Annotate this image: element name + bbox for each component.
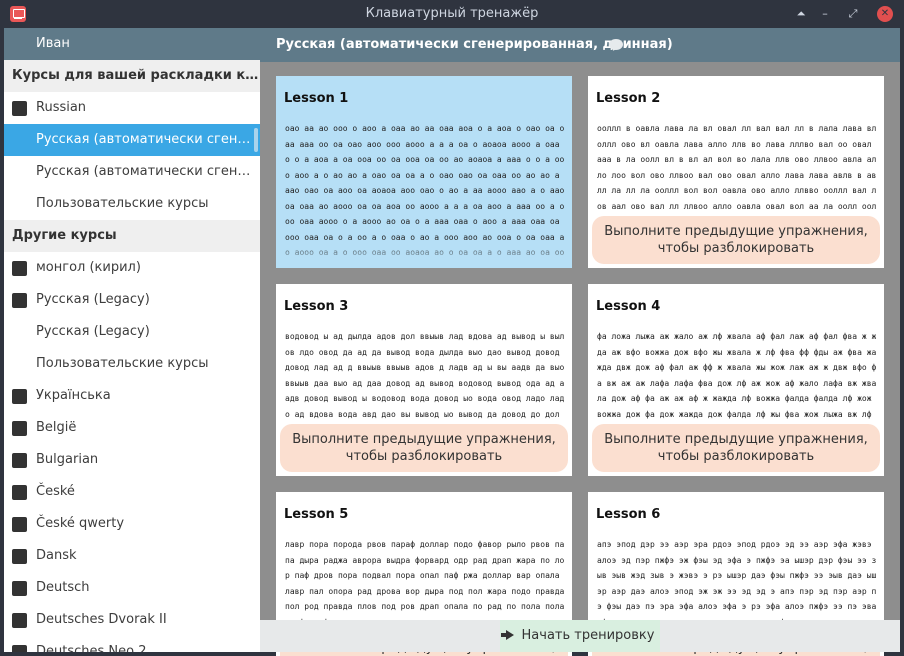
- start-training-button[interactable]: Начать тренировку: [500, 620, 660, 652]
- course-sidebar: Иван Курсы для вашей раскладки клавиатур…: [4, 28, 260, 652]
- start-training-label: Начать тренировку: [521, 628, 655, 643]
- course-item-label: Русская (автоматически сгенерированная, …: [36, 132, 260, 147]
- course-item[interactable]: België: [4, 412, 260, 444]
- keyboard-icon: [12, 613, 27, 628]
- course-item-label: Deutsch: [36, 580, 90, 595]
- keyboard-icon: [12, 101, 27, 116]
- keyboard-icon: [12, 549, 27, 564]
- course-header: Русская (автоматически сгенерированная, …: [260, 28, 900, 62]
- course-item-label: монгол (кирил): [36, 260, 141, 275]
- text-fade: [276, 238, 572, 268]
- course-item-label: Пользовательские курсы: [36, 196, 209, 211]
- course-item[interactable]: Deutsch: [4, 572, 260, 604]
- course-item[interactable]: Bulgarian: [4, 444, 260, 476]
- course-item-label: Пользовательские курсы: [36, 356, 209, 371]
- course-item[interactable]: Deutsches Neo 2: [4, 636, 260, 652]
- course-item-label: België: [36, 420, 77, 435]
- course-item-label: Русская (автоматически сгенерированная, …: [36, 164, 260, 179]
- course-item-label: Deutsches Neo 2: [36, 644, 147, 652]
- course-item-label: České: [36, 484, 75, 499]
- course-item-label: Deutsches Dvorak II: [36, 612, 167, 627]
- lesson-title: Lesson 6: [596, 507, 661, 522]
- course-item[interactable]: Русская (Legacy): [4, 316, 260, 348]
- course-item-label: Russian: [36, 100, 87, 115]
- course-list: Курсы для вашей раскладки клавиатуры Russ…: [4, 60, 260, 652]
- title-bar: Клавиатурный тренажёр ⏶ – ⤢ ✕: [0, 0, 904, 28]
- course-item-label: Русская (Legacy): [36, 324, 150, 339]
- keyboard-icon: [12, 389, 27, 404]
- lesson-title: Lesson 5: [284, 507, 349, 522]
- minimize-icon[interactable]: –: [817, 6, 833, 22]
- user-name[interactable]: Иван: [4, 28, 260, 60]
- keyboard-icon: [12, 485, 27, 500]
- maximize-icon[interactable]: ⤢: [845, 6, 861, 22]
- keyboard-icon: [12, 293, 27, 308]
- course-group-header: Курсы для вашей раскладки клавиатуры: [4, 60, 260, 92]
- course-item-label: České qwerty: [36, 516, 125, 531]
- course-item-label: Українська: [36, 388, 111, 403]
- course-item-label: Dansk: [36, 548, 77, 563]
- keyboard-icon: [12, 517, 27, 532]
- lesson-title: Lesson 2: [596, 91, 661, 106]
- locked-banner: Выполните предыдущие упражнения, чтобы р…: [592, 216, 880, 264]
- keyboard-icon: [12, 261, 27, 276]
- course-item[interactable]: Пользовательские курсы: [4, 188, 260, 220]
- keyboard-icon: [12, 453, 27, 468]
- course-item[interactable]: Русская (Legacy): [4, 284, 260, 316]
- lesson-title: Lesson 4: [596, 299, 661, 314]
- course-item[interactable]: Русская (автоматически сгенерированная, …: [4, 124, 260, 156]
- keyboard-icon: [12, 645, 27, 652]
- course-item[interactable]: České qwerty: [4, 508, 260, 540]
- course-item[interactable]: Dansk: [4, 540, 260, 572]
- lesson-title: Lesson 1: [284, 91, 349, 106]
- lesson-card[interactable]: Lesson 4 фа ложа лыжа аж жало аж лф жвала…: [588, 284, 884, 476]
- course-item[interactable]: Русская (автоматически сгенерированная, …: [4, 156, 260, 188]
- play-icon: [500, 630, 514, 640]
- close-icon[interactable]: ✕: [877, 6, 893, 22]
- course-item[interactable]: České: [4, 476, 260, 508]
- locked-banner: Выполните предыдущие упражнения, чтобы р…: [592, 424, 880, 472]
- bottom-bar: Начать тренировку: [260, 620, 900, 652]
- course-item[interactable]: Українська: [4, 380, 260, 412]
- keyboard-icon: [12, 421, 27, 436]
- course-item[interactable]: Пользовательские курсы: [4, 348, 260, 380]
- keyboard-icon: [12, 581, 27, 596]
- course-group-header: Другие курсы: [4, 220, 260, 252]
- lesson-title: Lesson 3: [284, 299, 349, 314]
- lesson-card[interactable]: Lesson 1 оао аа ао ооо о аоо а оаа ао аа …: [276, 76, 572, 268]
- description-bubble-icon[interactable]: [609, 39, 623, 50]
- course-item[interactable]: монгол (кирил): [4, 252, 260, 284]
- course-item[interactable]: Russian: [4, 92, 260, 124]
- lesson-card[interactable]: Lesson 2 ооллл в оавла лава ла вл овал лл…: [588, 76, 884, 268]
- keep-above-icon[interactable]: ⏶: [793, 6, 809, 22]
- course-item[interactable]: Deutsches Dvorak II: [4, 604, 260, 636]
- lesson-card[interactable]: Lesson 3 водовод ы ад дылда адов дол ввыы…: [276, 284, 572, 476]
- course-item-label: Русская (Legacy): [36, 292, 150, 307]
- window-title: Клавиатурный тренажёр: [365, 6, 539, 21]
- locked-banner: Выполните предыдущие упражнения, чтобы р…: [280, 424, 568, 472]
- main-panel: Русская (автоматически сгенерированная, …: [260, 28, 900, 656]
- course-item-label: Bulgarian: [36, 452, 99, 467]
